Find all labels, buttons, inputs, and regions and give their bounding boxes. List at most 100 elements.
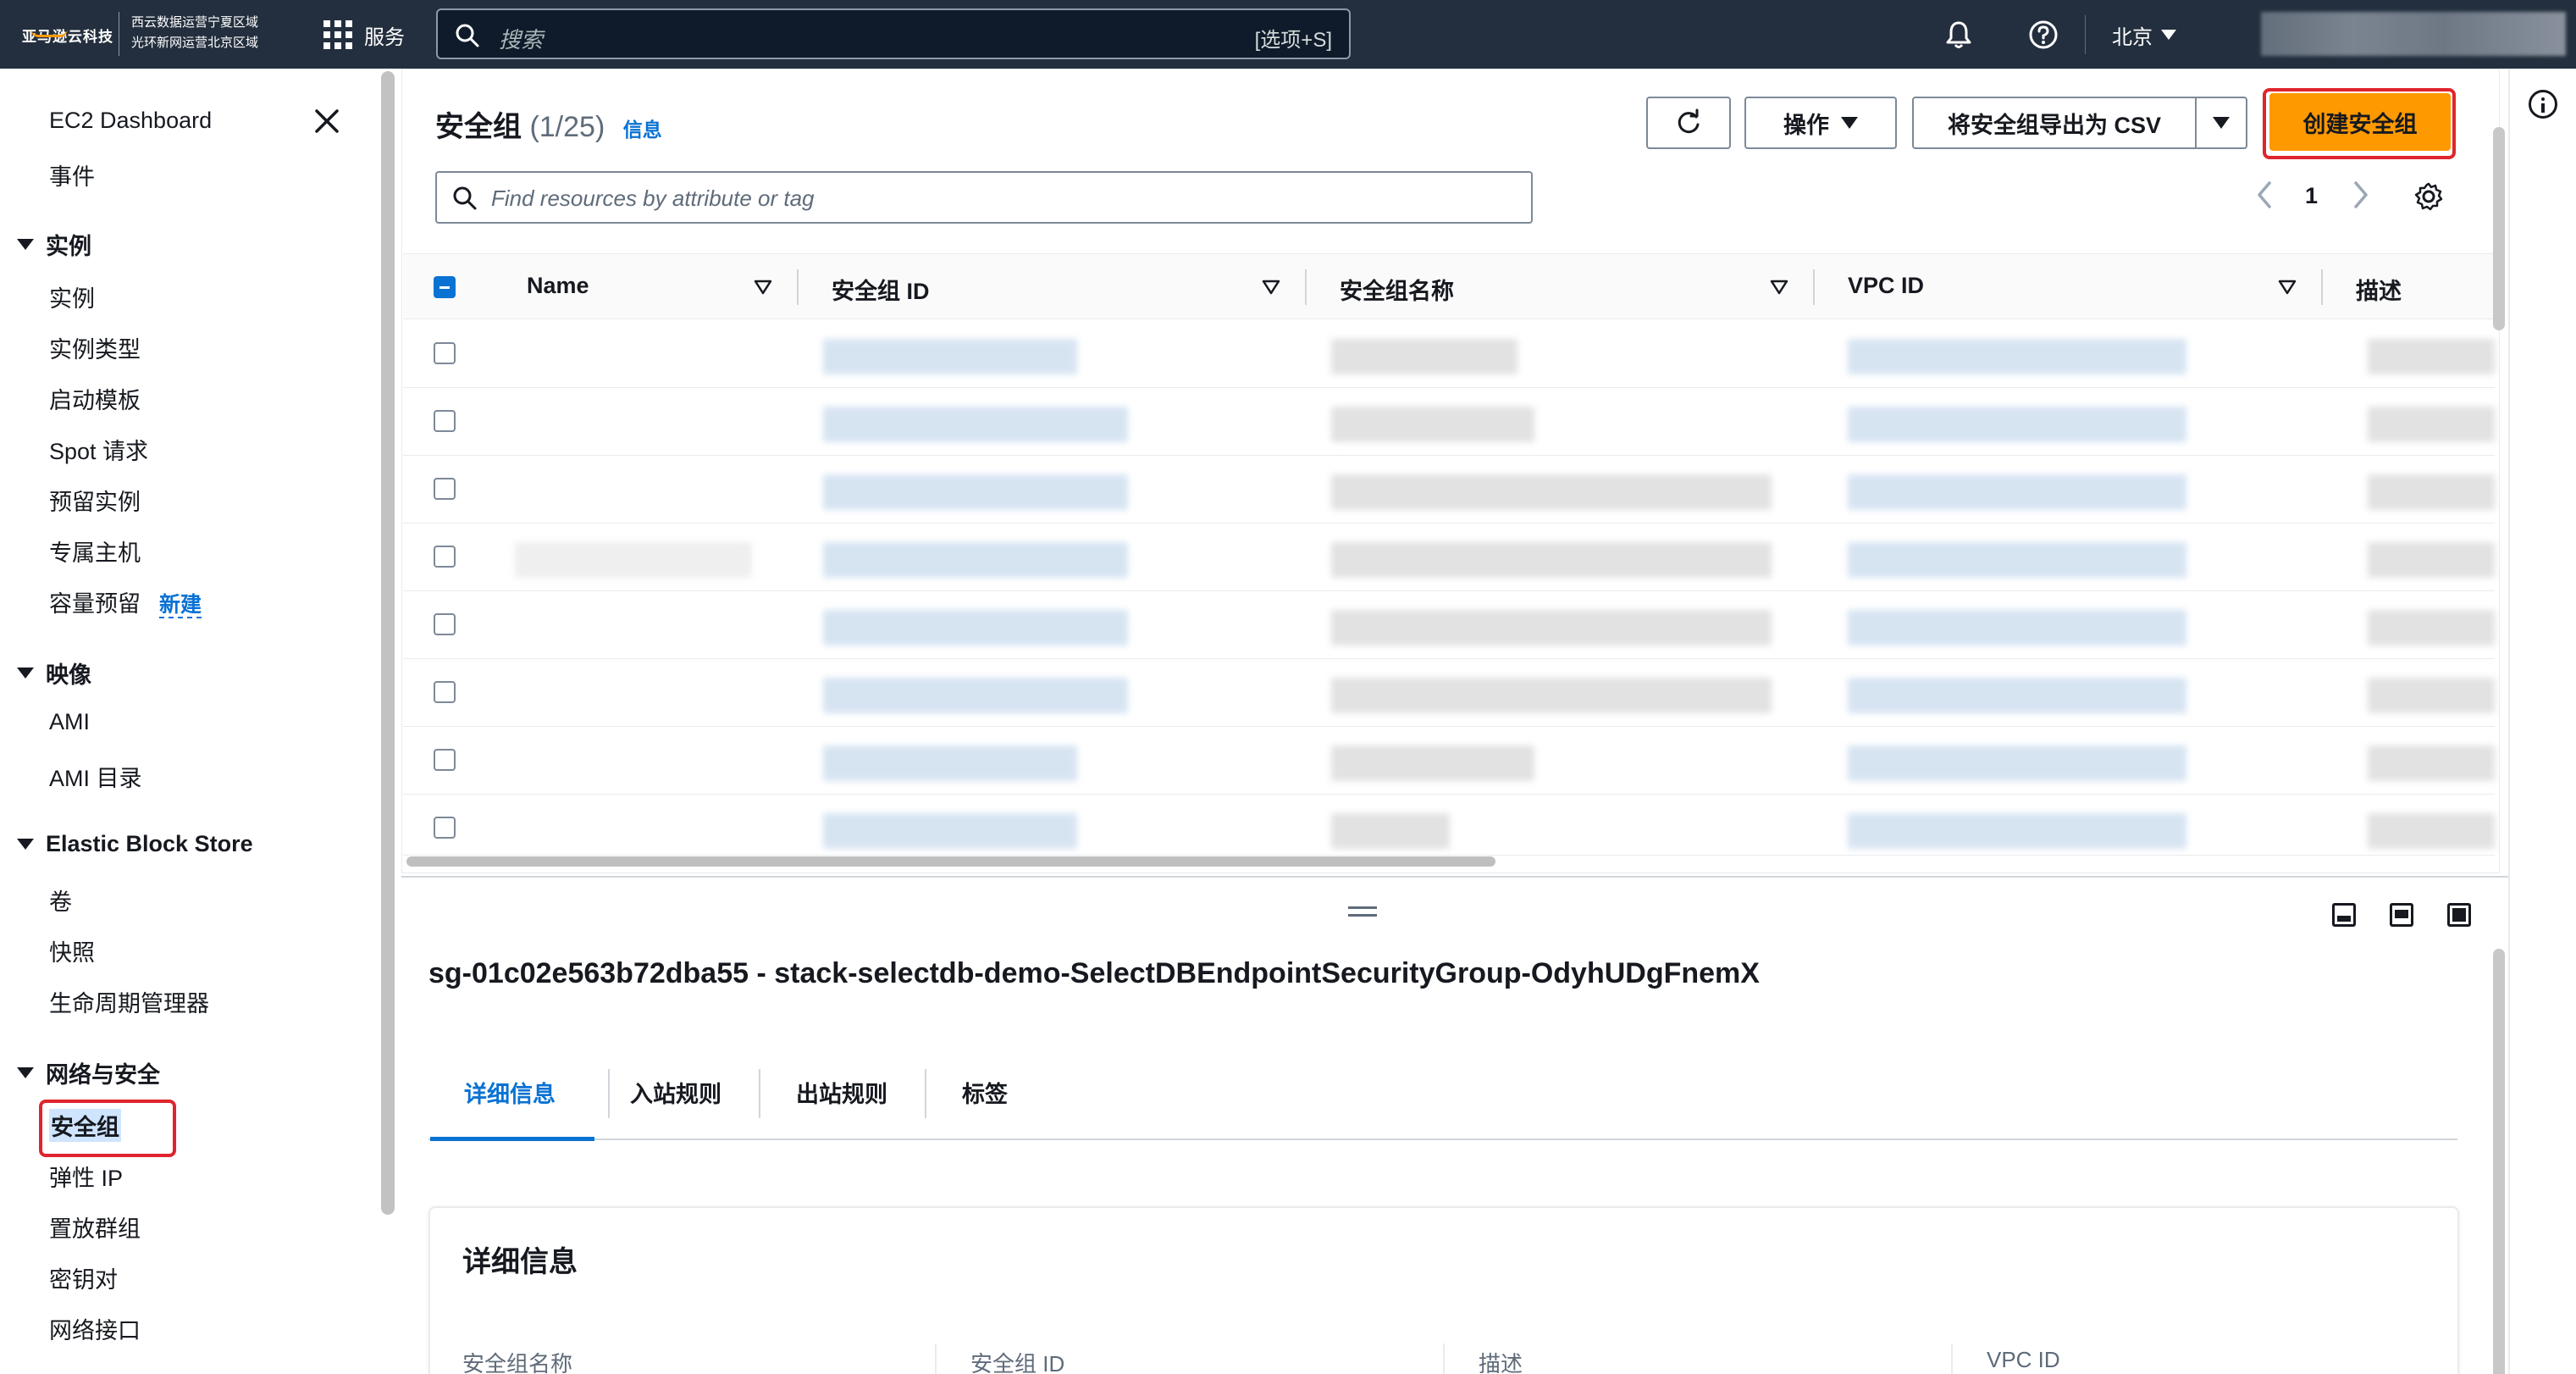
sidebar-item-reserved-instances[interactable]: 预留实例 bbox=[49, 484, 141, 517]
split-panel-scrollbar[interactable] bbox=[2493, 949, 2505, 1374]
table-row[interactable] bbox=[403, 659, 2495, 727]
refresh-icon bbox=[1678, 108, 1700, 134]
export-options-button[interactable] bbox=[2195, 97, 2247, 149]
section-title: 网络与安全 bbox=[46, 1062, 160, 1088]
tab-inbound-rules[interactable]: 入站规则 bbox=[630, 1076, 721, 1109]
sidebar-item-network-interfaces[interactable]: 网络接口 bbox=[49, 1312, 141, 1345]
refresh-button[interactable] bbox=[1646, 97, 1731, 149]
redacted-cell bbox=[823, 542, 1128, 578]
sidebar-item-snapshots[interactable]: 快照 bbox=[49, 934, 95, 967]
page-title: 安全组 (1/25) 信息 bbox=[435, 103, 662, 145]
selection-count: (1/25) bbox=[529, 111, 605, 143]
help-icon[interactable] bbox=[2027, 19, 2059, 51]
page-title-text: 安全组 bbox=[435, 111, 522, 143]
sidebar-section-images[interactable]: 映像 bbox=[17, 657, 91, 690]
page-number[interactable]: 1 bbox=[2305, 183, 2318, 209]
redacted-cell bbox=[2368, 542, 2495, 578]
table-row[interactable] bbox=[403, 524, 2495, 591]
column-header-sg-id[interactable]: 安全组 ID bbox=[832, 273, 930, 306]
sidebar-section-ebs[interactable]: Elastic Block Store bbox=[17, 831, 253, 857]
sidebar-item-label: 容量预留 bbox=[49, 591, 141, 617]
services-menu-button[interactable]: 服务 bbox=[323, 19, 405, 51]
sidebar-item-key-pairs[interactable]: 密钥对 bbox=[49, 1261, 118, 1294]
sidebar-item-capacity-reservations[interactable]: 容量预留 新建 bbox=[49, 585, 202, 618]
active-tab-indicator bbox=[430, 1137, 594, 1141]
global-search-input[interactable]: 搜索 [选项+S] bbox=[436, 8, 1351, 59]
tab-details[interactable]: 详细信息 bbox=[464, 1076, 556, 1109]
chevron-right-icon[interactable] bbox=[2351, 180, 2371, 210]
sidebar-item-launch-templates[interactable]: 启动模板 bbox=[49, 382, 141, 415]
account-menu[interactable] bbox=[2261, 12, 2566, 56]
search-icon bbox=[453, 186, 477, 210]
tab-tags[interactable]: 标签 bbox=[962, 1076, 1008, 1109]
row-checkbox[interactable] bbox=[434, 410, 456, 432]
row-checkbox[interactable] bbox=[434, 817, 456, 839]
sidebar-item-elastic-ips[interactable]: 弹性 IP bbox=[49, 1160, 123, 1193]
new-badge: 新建 bbox=[159, 593, 202, 618]
export-csv-button[interactable]: 将安全组导出为 CSV bbox=[1912, 97, 2197, 149]
row-checkbox[interactable] bbox=[434, 681, 456, 703]
split-full-icon[interactable] bbox=[2447, 903, 2471, 927]
column-header-description[interactable]: 描述 bbox=[2356, 273, 2402, 306]
caret-down-icon bbox=[17, 839, 34, 850]
sort-icon[interactable] bbox=[2278, 278, 2297, 296]
tab-outbound-rules[interactable]: 出站规则 bbox=[796, 1076, 887, 1109]
sidebar-item-volumes[interactable]: 卷 bbox=[49, 884, 72, 917]
redacted-cell bbox=[823, 678, 1128, 713]
sidebar-item-lifecycle-manager[interactable]: 生命周期管理器 bbox=[49, 985, 209, 1018]
split-bottom-icon[interactable] bbox=[2332, 903, 2356, 927]
row-checkbox[interactable] bbox=[434, 613, 456, 635]
sidebar-item-spot-requests[interactable]: Spot 请求 bbox=[49, 433, 148, 466]
sidebar-item-instances[interactable]: 实例 bbox=[49, 280, 95, 313]
column-header-name[interactable]: Name bbox=[527, 273, 589, 299]
sidebar-item-ami-catalog[interactable]: AMI 目录 bbox=[49, 760, 142, 793]
split-side-icon[interactable] bbox=[2390, 903, 2413, 927]
resource-filter-input[interactable]: Find resources by attribute or tag bbox=[435, 171, 1533, 224]
sidebar-item-placement-groups[interactable]: 置放群组 bbox=[49, 1211, 141, 1244]
row-checkbox[interactable] bbox=[434, 342, 456, 364]
tab-separator bbox=[759, 1069, 760, 1118]
sidebar-section-instances[interactable]: 实例 bbox=[17, 228, 91, 261]
row-checkbox[interactable] bbox=[434, 478, 456, 500]
table-row[interactable] bbox=[403, 388, 2495, 456]
info-link[interactable]: 信息 bbox=[623, 119, 662, 141]
table-horizontal-scrollbar[interactable] bbox=[406, 856, 1495, 867]
split-panel-resize-handle[interactable] bbox=[1348, 906, 1377, 917]
close-icon[interactable] bbox=[312, 106, 342, 136]
info-icon[interactable] bbox=[2529, 90, 2557, 119]
table-vertical-scrollbar[interactable] bbox=[2493, 127, 2505, 330]
caret-down-icon bbox=[17, 668, 34, 679]
region-selector[interactable]: 北京 bbox=[2112, 19, 2176, 51]
sidebar-item-events[interactable]: 事件 bbox=[49, 158, 95, 191]
column-divider[interactable] bbox=[1305, 269, 1307, 305]
bell-icon[interactable] bbox=[1943, 19, 1975, 51]
row-checkbox[interactable] bbox=[434, 546, 456, 568]
sidebar-item-ec2-dashboard[interactable]: EC2 Dashboard bbox=[49, 108, 212, 134]
sort-icon[interactable] bbox=[1262, 278, 1280, 296]
gear-icon[interactable] bbox=[2413, 181, 2444, 212]
table-row[interactable] bbox=[403, 591, 2495, 659]
select-all-checkbox[interactable] bbox=[434, 276, 456, 298]
column-divider[interactable] bbox=[2321, 269, 2323, 305]
sidebar-item-ami[interactable]: AMI bbox=[49, 709, 90, 735]
table-row[interactable] bbox=[403, 320, 2495, 388]
sidebar-scrollbar[interactable] bbox=[381, 71, 395, 1215]
column-header-vpc-id[interactable]: VPC ID bbox=[1848, 273, 1924, 299]
column-divider[interactable] bbox=[797, 269, 799, 305]
table-row[interactable] bbox=[403, 795, 2495, 856]
table-row[interactable] bbox=[403, 456, 2495, 524]
actions-dropdown-button[interactable]: 操作 bbox=[1744, 97, 1897, 149]
sidebar-item-instance-types[interactable]: 实例类型 bbox=[49, 331, 141, 364]
sidebar-section-network-security[interactable]: 网络与安全 bbox=[17, 1056, 160, 1089]
region-label: 北京 bbox=[2112, 25, 2153, 49]
section-title: Elastic Block Store bbox=[46, 831, 253, 856]
sort-icon[interactable] bbox=[1770, 278, 1788, 296]
chevron-left-icon[interactable] bbox=[2254, 180, 2275, 210]
table-row[interactable] bbox=[403, 727, 2495, 795]
row-checkbox[interactable] bbox=[434, 749, 456, 771]
sort-icon[interactable] bbox=[754, 278, 772, 296]
sidebar-item-dedicated-hosts[interactable]: 专属主机 bbox=[49, 535, 141, 568]
column-header-sg-name[interactable]: 安全组名称 bbox=[1340, 273, 1454, 306]
column-divider[interactable] bbox=[1813, 269, 1815, 305]
redacted-cell bbox=[1848, 474, 2186, 510]
